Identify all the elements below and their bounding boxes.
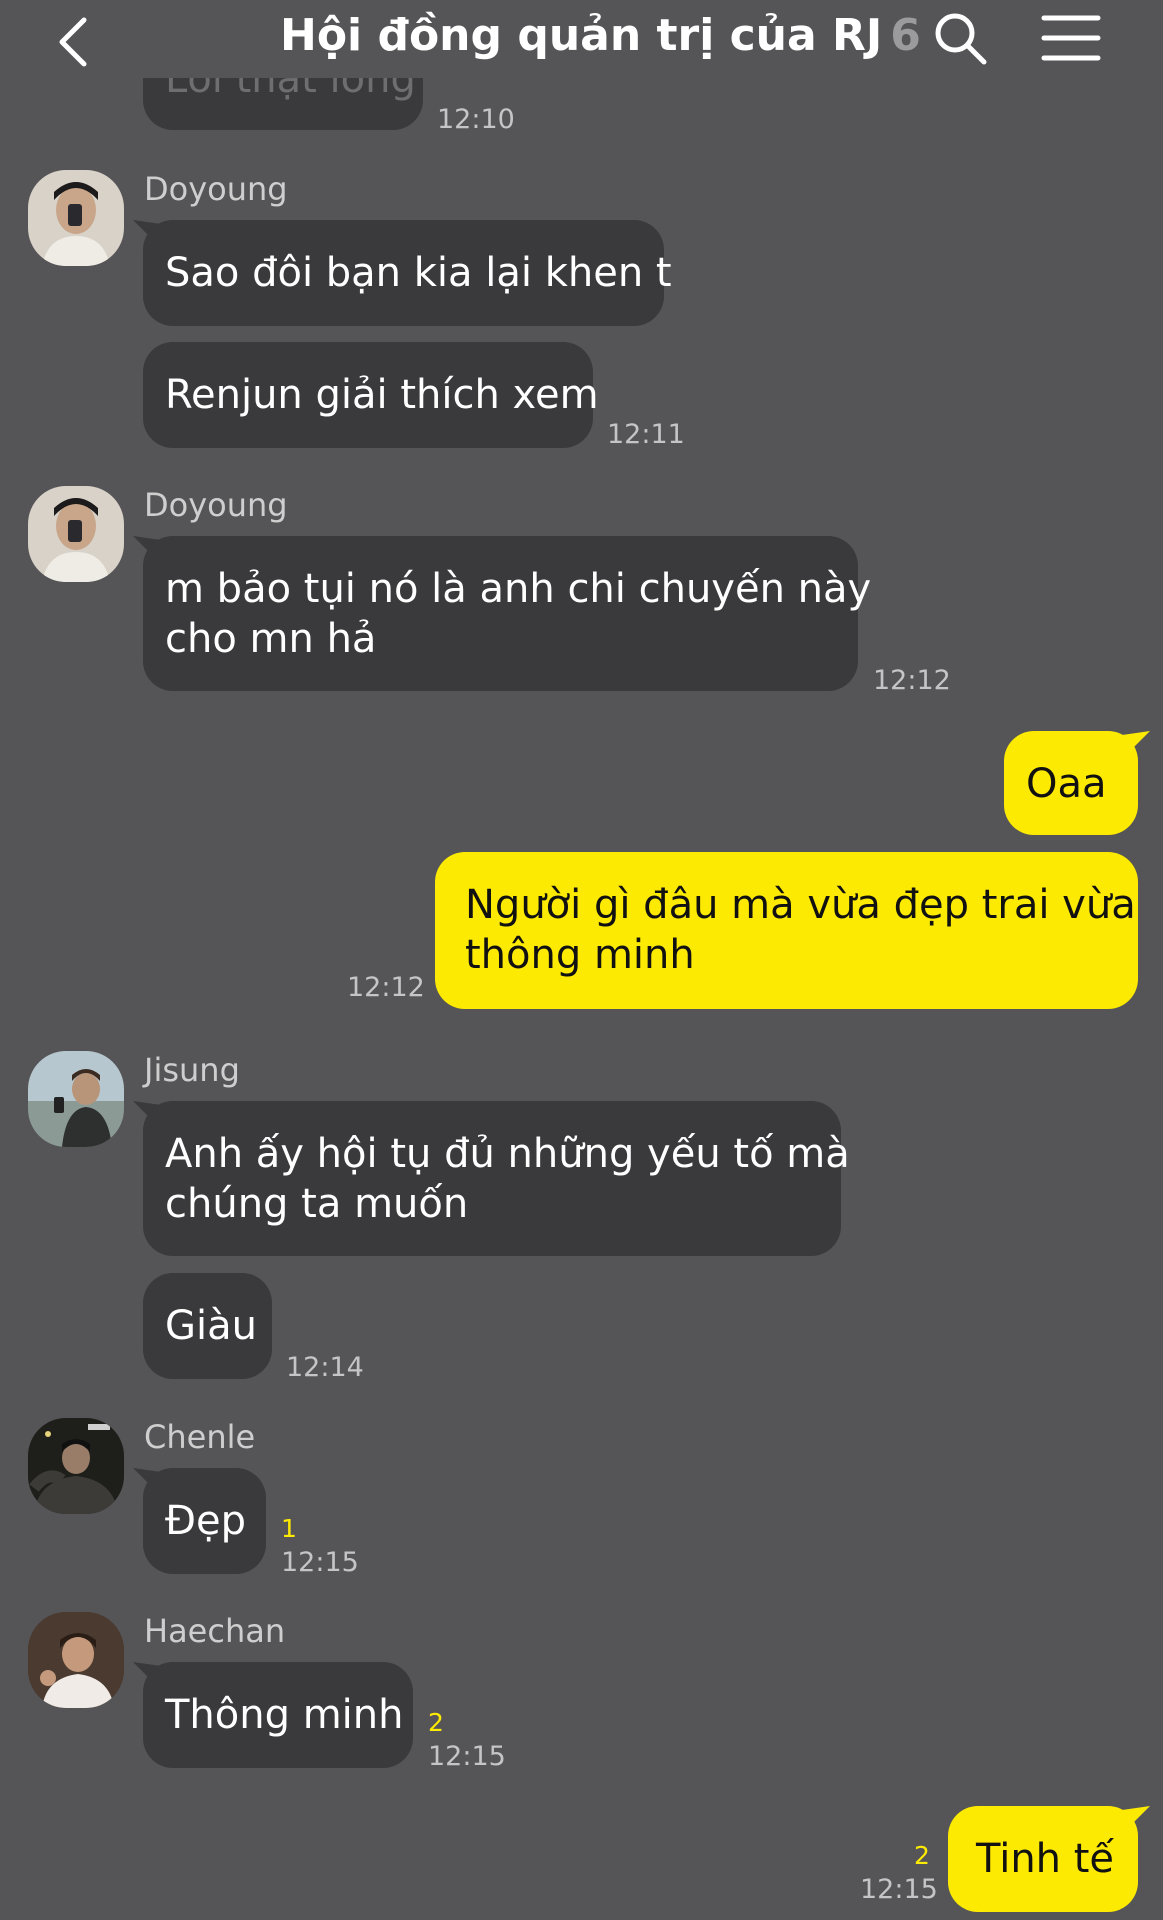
sender-name: Jisung bbox=[144, 1051, 240, 1089]
message-bubble[interactable]: Renjun giải thích xem bbox=[143, 342, 599, 448]
search-icon bbox=[935, 13, 987, 65]
back-button[interactable] bbox=[50, 10, 100, 70]
message-time: 12:15 bbox=[428, 1741, 506, 1772]
message-text-line: chúng ta muốn bbox=[165, 1181, 469, 1227]
avatar-photo bbox=[28, 170, 124, 266]
message-text: Renjun giải thích xem bbox=[165, 372, 599, 418]
message-text: Thông minh bbox=[165, 1692, 404, 1738]
message-text-line: thông minh bbox=[465, 932, 695, 978]
my-message-bubble[interactable]: Oaa bbox=[1004, 731, 1138, 835]
message-text-line: m bảo tụi nó là anh chi chuyến này bbox=[165, 566, 872, 612]
message-bubble[interactable]: Giàu bbox=[143, 1273, 272, 1379]
message-time: 12:15 bbox=[281, 1547, 359, 1578]
avatar-doyoung[interactable] bbox=[28, 170, 124, 266]
message-bubble[interactable]: Sao đôi bạn kia lại khen t bbox=[143, 220, 672, 326]
message-time: 12:14 bbox=[286, 1352, 364, 1383]
message-bubble[interactable]: Thông minh bbox=[143, 1662, 413, 1768]
avatar-chenle[interactable] bbox=[28, 1418, 124, 1514]
sender-name: Doyoung bbox=[144, 486, 288, 524]
search-button[interactable] bbox=[930, 8, 990, 68]
menu-icon bbox=[1041, 15, 1101, 61]
message-time: 12:12 bbox=[873, 665, 951, 696]
sender-name: Chenle bbox=[144, 1418, 256, 1456]
sender-name: Haechan bbox=[144, 1612, 286, 1650]
avatar-jisung[interactable] bbox=[28, 1051, 124, 1147]
avatar-haechan[interactable] bbox=[28, 1612, 124, 1708]
my-message-bubble[interactable]: Tinh tế bbox=[948, 1806, 1138, 1912]
message-time: 12:15 bbox=[860, 1874, 938, 1905]
message-text-line: Người gì đâu mà vừa đẹp trai vừa bbox=[465, 882, 1136, 928]
message-time: 12:11 bbox=[607, 419, 685, 450]
menu-button[interactable] bbox=[1040, 10, 1102, 66]
message-text-line: cho mn hả bbox=[165, 616, 377, 662]
avatar-photo bbox=[28, 1418, 124, 1514]
unread-count: 1 bbox=[281, 1514, 297, 1543]
back-arrow-icon bbox=[59, 17, 87, 67]
message-bubble[interactable]: m bảo tụi nó là anh chi chuyến này cho m… bbox=[143, 536, 872, 691]
message-text: Tinh tế bbox=[976, 1836, 1115, 1882]
sender-name: Doyoung bbox=[144, 170, 288, 208]
avatar-photo bbox=[28, 1051, 124, 1147]
message-text: Sao đôi bạn kia lại khen t bbox=[165, 250, 672, 296]
message-time: 12:12 bbox=[347, 972, 425, 1003]
avatar-photo bbox=[28, 1612, 124, 1708]
unread-count: 2 bbox=[914, 1841, 930, 1870]
my-message-bubble[interactable]: Người gì đâu mà vừa đẹp trai vừa thông m… bbox=[435, 852, 1138, 1009]
message-bubble[interactable]: Anh ấy hội tụ đủ những yếu tố mà chúng t… bbox=[143, 1101, 850, 1256]
message-text-line: Anh ấy hội tụ đủ những yếu tố mà bbox=[165, 1131, 850, 1177]
avatar-photo bbox=[28, 486, 124, 582]
chat-title: Hội đồng quản trị của RJ bbox=[280, 10, 883, 61]
message-text: Oaa bbox=[1026, 761, 1107, 807]
message-text: Đẹp bbox=[165, 1498, 246, 1544]
avatar-doyoung[interactable] bbox=[28, 486, 124, 582]
chat-title-wrap[interactable]: Hội đồng quản trị của RJ 6 bbox=[280, 10, 921, 61]
message-bubble[interactable]: Đẹp bbox=[143, 1468, 266, 1574]
unread-count: 2 bbox=[428, 1708, 444, 1737]
member-count: 6 bbox=[890, 10, 921, 61]
message-time: 12:10 bbox=[437, 104, 515, 135]
message-text: Giàu bbox=[165, 1303, 257, 1349]
chat-header: Hội đồng quản trị của RJ 6 bbox=[0, 0, 1163, 78]
